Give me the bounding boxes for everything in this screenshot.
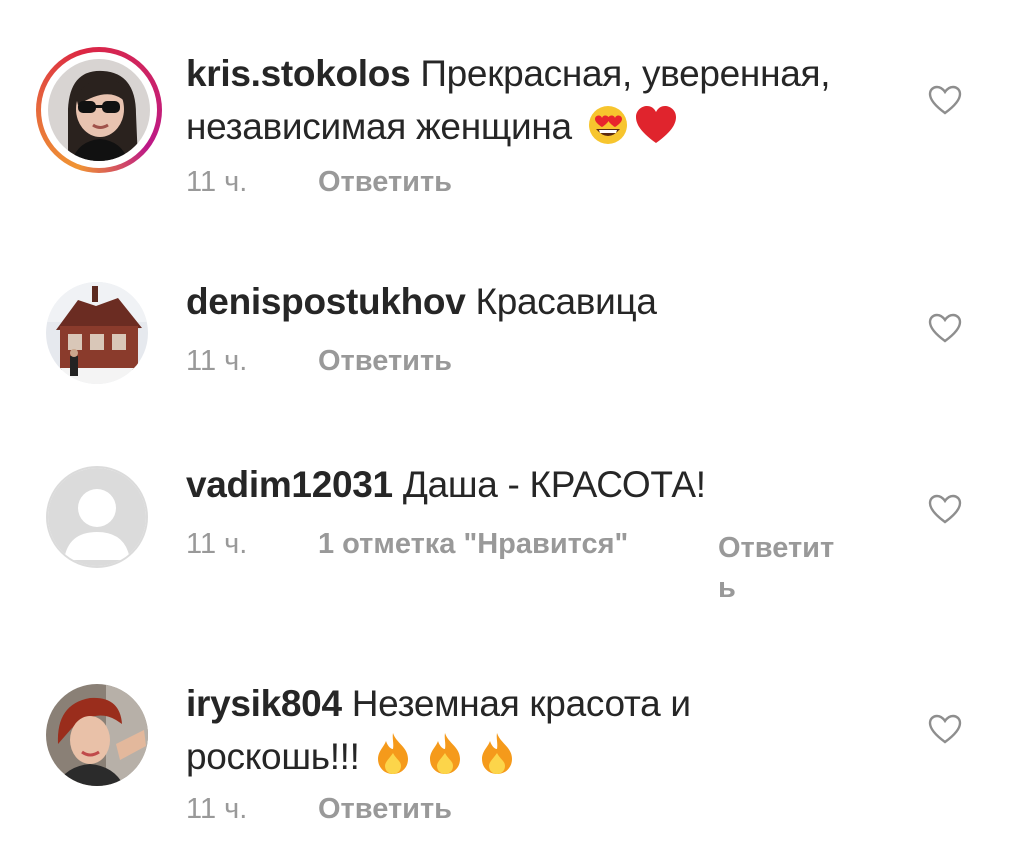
fire-emoji-icon [426, 731, 464, 789]
comment-username[interactable]: irysik804 [186, 683, 342, 724]
comment-meta: 11 ч. Ответить [186, 793, 886, 833]
fire-emoji-icon [478, 731, 516, 789]
comment-time: 11 ч. [186, 793, 248, 825]
comment-item: irysik804 Неземная красота и роскошь!!! 1… [0, 0, 1024, 864]
fire-emoji-icon [374, 731, 412, 789]
avatar[interactable] [46, 684, 148, 786]
comment-text: irysik804 Неземная красота и роскошь!!! [186, 677, 826, 789]
like-heart-icon[interactable] [928, 714, 962, 744]
reply-button[interactable]: Ответить [318, 793, 452, 826]
